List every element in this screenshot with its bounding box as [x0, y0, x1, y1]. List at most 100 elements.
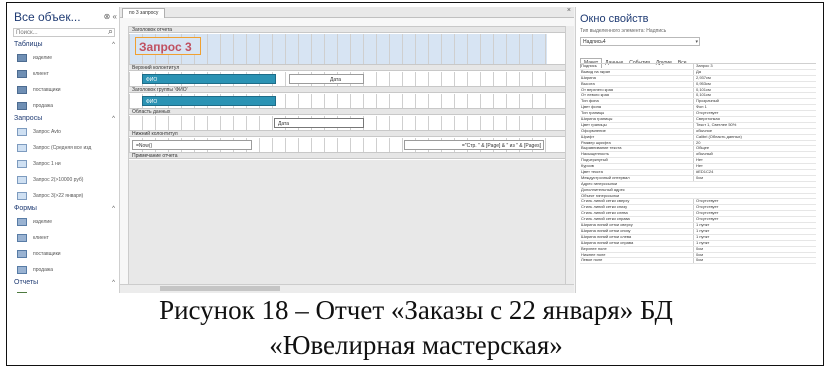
property-value[interactable]: 0см — [693, 252, 816, 258]
close-icon[interactable]: × — [567, 7, 571, 14]
nav-item[interactable]: клиент — [11, 230, 119, 246]
nav-item[interactable]: продажа — [11, 262, 119, 278]
property-value[interactable]: Нет — [693, 158, 816, 164]
date-label[interactable]: Дата — [289, 74, 364, 84]
section-detail[interactable]: Область данных — [129, 108, 565, 115]
property-name: От левого края — [581, 93, 609, 98]
property-value[interactable]: 0см — [693, 258, 816, 264]
nav-item[interactable]: Запрос (Средняя все изд — [11, 140, 119, 156]
property-value[interactable]: 20 — [693, 140, 816, 146]
band-page-header[interactable]: ФИО Дата — [129, 72, 547, 86]
vertical-scrollbar[interactable] — [565, 26, 574, 284]
nav-item[interactable]: Запрос 1 ни — [11, 156, 119, 172]
property-name: Вывод на экран — [581, 69, 611, 74]
band-group-header[interactable]: ФИО — [129, 94, 547, 108]
property-value[interactable]: 0см — [693, 175, 816, 181]
property-value[interactable]: Запрос 3 — [693, 64, 816, 69]
nav-item[interactable]: Запрос 3(>22 января) — [11, 188, 119, 204]
band-page-footer[interactable]: =Now() ="Стр. " & [Page] & " из " & [Pag… — [129, 138, 547, 152]
property-value[interactable]: Отсутствует — [693, 111, 816, 117]
property-row[interactable]: Левое поле 0см — [580, 258, 816, 265]
property-value[interactable]: 0,101см — [693, 87, 816, 93]
property-value[interactable]: обычный — [693, 152, 816, 158]
nav-item[interactable]: поставщики — [11, 246, 119, 262]
property-value[interactable]: 2,937см — [693, 75, 816, 81]
nav-group-header[interactable]: Запросы ^ — [11, 114, 119, 124]
property-value[interactable]: Фон 1 — [693, 105, 816, 111]
search-icon[interactable]: ⌕ — [108, 27, 113, 36]
nav-pane-title[interactable]: Все объек... — [14, 10, 81, 24]
property-value[interactable]: 0см — [693, 246, 816, 252]
property-name: Цвет текста — [581, 170, 603, 175]
band-report-header[interactable]: Запрос 3 — [129, 34, 547, 64]
nav-group-header[interactable]: Отчеты ^ — [11, 278, 119, 288]
nav-item-label: поставщики — [33, 251, 61, 257]
chevron-up-icon[interactable]: ^ — [112, 204, 115, 214]
page-number-field[interactable]: ="Стр. " & [Page] & " из " & [Pages] — [404, 140, 544, 150]
property-value[interactable]: 1 пункт — [693, 234, 816, 240]
date-field[interactable]: Дата — [274, 118, 364, 128]
property-name: Стиль линий сетки слева — [581, 211, 628, 216]
report-title-label[interactable]: Запрос 3 — [135, 37, 201, 55]
query-icon — [17, 144, 27, 152]
property-value[interactable]: Нет — [693, 164, 816, 170]
nav-pane-controls[interactable]: ⊗ « — [104, 12, 117, 21]
fio-field[interactable]: ФИО — [142, 96, 276, 106]
property-name: Курсив — [581, 164, 594, 169]
section-report-header[interactable]: Заголовок отчета — [129, 26, 565, 33]
document-tab[interactable]: по 3 запросу — [122, 8, 166, 18]
nav-item[interactable]: поставщики — [11, 82, 119, 98]
property-value[interactable]: Да — [693, 69, 816, 75]
property-value[interactable]: Текст 1, Светлее 50% — [693, 122, 816, 128]
nav-item[interactable]: по 1 запросу — [11, 288, 119, 293]
property-value[interactable]: 0,953см — [693, 81, 816, 87]
property-value[interactable]: 1 пункт — [693, 228, 816, 234]
property-value[interactable]: Общее — [693, 146, 816, 152]
object-selector[interactable]: Надпись4 ▾ — [580, 37, 700, 46]
section-group-header[interactable]: Заголовок группы 'ФИО' — [129, 86, 565, 93]
design-canvas[interactable]: Заголовок отчета Запрос 3 Верхний колонт… — [129, 26, 565, 284]
nav-group-header[interactable]: Формы ^ — [11, 204, 119, 214]
horizontal-scrollbar[interactable] — [120, 284, 574, 293]
property-name: Насыщенность — [581, 152, 610, 157]
nav-group-header[interactable]: Таблицы ^ — [11, 40, 119, 50]
property-value[interactable]: Отсутствует — [693, 199, 816, 205]
nav-item[interactable]: Запрос 2(>10000 руб) — [11, 172, 119, 188]
nav-item[interactable]: изделие — [11, 214, 119, 230]
section-page-header[interactable]: Верхний колонтитул — [129, 64, 565, 71]
nav-search-input[interactable]: Поиск... ⌕ — [13, 27, 115, 37]
band-detail[interactable]: Дата — [129, 116, 547, 130]
property-value[interactable]: 1 пункт — [693, 223, 816, 228]
nav-item[interactable]: изделие — [11, 50, 119, 66]
property-value[interactable]: обычное — [693, 128, 816, 134]
section-page-footer[interactable]: Нижний колонтитул — [129, 130, 565, 137]
property-value[interactable]: Прозрачный — [693, 99, 816, 105]
property-value[interactable]: #ED1C24 — [693, 170, 816, 175]
nav-item[interactable]: клиент — [11, 66, 119, 82]
now-expression-field[interactable]: =Now() — [132, 140, 252, 150]
property-name: Выравнивание текста — [581, 146, 622, 151]
chevron-up-icon[interactable]: ^ — [112, 278, 115, 288]
section-report-footer[interactable]: Примечание отчета — [129, 152, 565, 159]
property-value[interactable]: Calibri (Область данных) — [693, 134, 816, 140]
property-value[interactable]: Отсутствует — [693, 217, 816, 223]
empty-canvas-area — [129, 160, 565, 284]
access-screenshot: Все объек... ⊗ « Поиск... ⌕ Таблицы ^ изде… — [11, 7, 819, 293]
nav-group-label: Формы — [14, 205, 37, 212]
property-value[interactable]: 1 пункт — [693, 240, 816, 246]
property-value[interactable]: 0,101см — [693, 93, 816, 99]
fio-label[interactable]: ФИО — [142, 74, 276, 84]
document-tab-bar: по 3 запросу × — [120, 7, 574, 18]
nav-item[interactable]: продажа — [11, 98, 119, 114]
property-value[interactable]: Отсутствует — [693, 205, 816, 211]
chevron-down-icon[interactable]: ▾ — [695, 38, 698, 47]
scroll-thumb[interactable] — [160, 286, 280, 291]
nav-group-label: Запросы — [14, 115, 43, 122]
property-name: Нижнее поле — [581, 252, 606, 257]
nav-search-placeholder: Поиск... — [16, 30, 38, 36]
property-value[interactable]: Сверхтонкая — [693, 117, 816, 122]
property-value[interactable]: Отсутствует — [693, 211, 816, 217]
nav-item[interactable]: Запрос Avto — [11, 124, 119, 140]
chevron-up-icon[interactable]: ^ — [112, 40, 115, 50]
chevron-up-icon[interactable]: ^ — [112, 114, 115, 124]
